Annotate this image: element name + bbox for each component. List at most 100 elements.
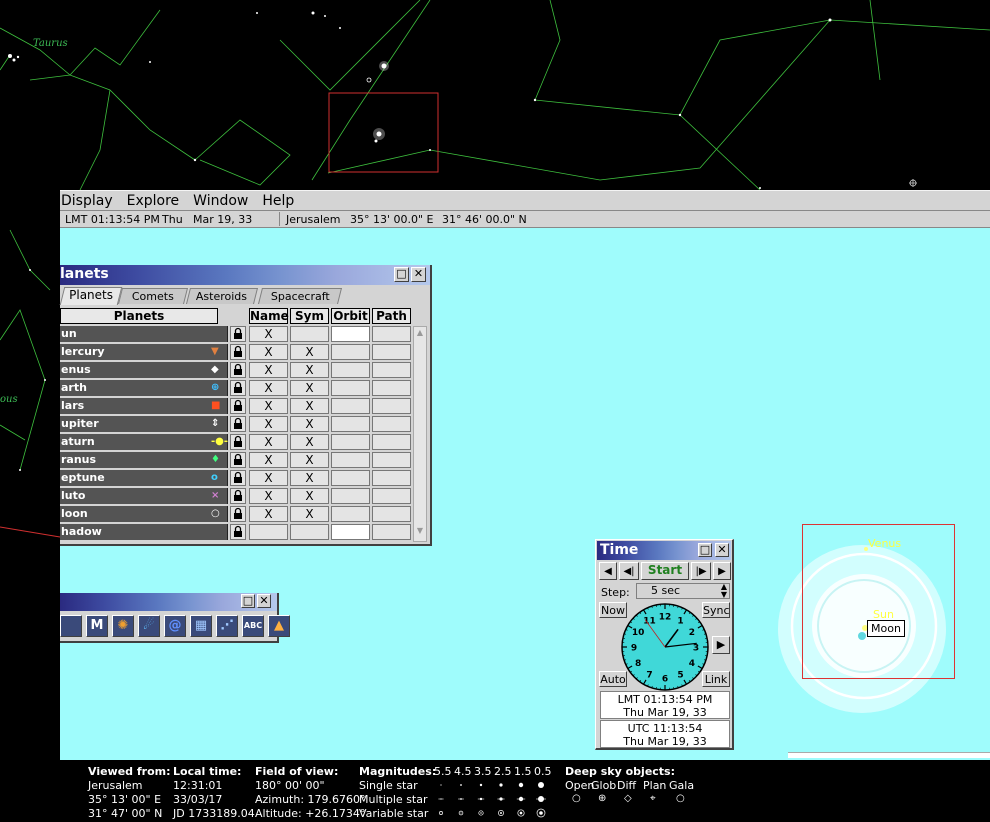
- tool-titlebar[interactable]: □ ✕: [60, 593, 277, 611]
- path-toggle[interactable]: [372, 326, 411, 342]
- planet-row[interactable]: aturn-●-XX: [60, 434, 412, 450]
- sym-toggle[interactable]: X: [290, 398, 329, 414]
- lock-icon[interactable]: [230, 398, 246, 414]
- advance-button[interactable]: ▶: [712, 636, 730, 654]
- sym-toggle[interactable]: X: [290, 452, 329, 468]
- planet-row[interactable]: loon○ XX: [60, 506, 412, 522]
- sym-toggle[interactable]: X: [290, 488, 329, 504]
- start-button[interactable]: Start: [641, 562, 689, 580]
- planet-row[interactable]: ranus♦XX: [60, 452, 412, 468]
- planet-name-cell[interactable]: enus◆: [60, 362, 228, 378]
- maximize-button[interactable]: □: [394, 267, 409, 282]
- planet-row[interactable]: lercury▼XX: [60, 344, 412, 360]
- step-select[interactable]: 5 sec ▲▼: [636, 583, 730, 599]
- menu-explore[interactable]: Explore: [127, 193, 180, 209]
- planets-scrollbar[interactable]: ▲ ▼: [413, 326, 427, 542]
- orbit-toggle[interactable]: [331, 506, 370, 522]
- sym-toggle[interactable]: X: [290, 344, 329, 360]
- time-titlebar[interactable]: Time □ ✕: [597, 541, 731, 560]
- orbit-toggle[interactable]: [331, 416, 370, 432]
- landscape-tool[interactable]: ▲: [268, 615, 290, 637]
- play-button[interactable]: ▶: [713, 562, 731, 580]
- planet-name-cell[interactable]: luto×: [60, 488, 228, 504]
- sym-toggle[interactable]: X: [290, 362, 329, 378]
- tab-planets[interactable]: Planets: [60, 287, 122, 305]
- name-toggle[interactable]: X: [249, 362, 288, 378]
- sym-toggle[interactable]: X: [290, 434, 329, 450]
- menu-display[interactable]: Display: [61, 193, 113, 209]
- lock-icon[interactable]: [230, 452, 246, 468]
- name-toggle[interactable]: X: [249, 470, 288, 486]
- step-back-button[interactable]: ◀|: [619, 562, 639, 580]
- sun-tool[interactable]: ✺: [112, 615, 134, 637]
- stars-tool[interactable]: [60, 615, 82, 637]
- lock-icon[interactable]: [230, 326, 246, 342]
- planet-row[interactable]: eptuneo XX: [60, 470, 412, 486]
- planet-row[interactable]: lars■XX: [60, 398, 412, 414]
- name-toggle[interactable]: X: [249, 434, 288, 450]
- path-toggle[interactable]: [372, 434, 411, 450]
- scroll-down-icon[interactable]: ▼: [415, 526, 425, 540]
- column-orbit[interactable]: Orbit: [331, 308, 370, 324]
- planet-row[interactable]: luto× XX: [60, 488, 412, 504]
- messier-tool[interactable]: M: [86, 615, 108, 637]
- planet-name-cell[interactable]: loon○: [60, 506, 228, 522]
- scroll-up-icon[interactable]: ▲: [415, 328, 425, 342]
- orbit-toggle[interactable]: [331, 524, 370, 540]
- comet-tool[interactable]: ☄: [138, 615, 160, 637]
- planet-name-cell[interactable]: lars■: [60, 398, 228, 414]
- lock-icon[interactable]: [230, 524, 246, 540]
- name-toggle[interactable]: X: [249, 488, 288, 504]
- orbit-toggle[interactable]: [331, 380, 370, 396]
- planet-name-cell[interactable]: ranus♦: [60, 452, 228, 468]
- tab-spacecraft[interactable]: Spacecraft: [258, 288, 342, 304]
- orbit-toggle[interactable]: [331, 344, 370, 360]
- planet-name-cell[interactable]: hadow: [60, 524, 228, 540]
- lock-icon[interactable]: [230, 362, 246, 378]
- name-toggle[interactable]: X: [249, 380, 288, 396]
- column-sym[interactable]: Sym: [290, 308, 329, 324]
- spinner-icon[interactable]: ▲▼: [721, 583, 727, 599]
- sym-toggle[interactable]: X: [290, 470, 329, 486]
- close-button[interactable]: ✕: [715, 543, 729, 557]
- sym-toggle[interactable]: X: [290, 416, 329, 432]
- path-toggle[interactable]: [372, 524, 411, 540]
- lock-icon[interactable]: [230, 344, 246, 360]
- galaxy-tool[interactable]: @: [164, 615, 186, 637]
- column-planets[interactable]: Planets: [60, 308, 218, 324]
- path-toggle[interactable]: [372, 380, 411, 396]
- lock-icon[interactable]: [230, 506, 246, 522]
- name-toggle[interactable]: X: [249, 326, 288, 342]
- moon-label[interactable]: Moon: [867, 620, 905, 637]
- name-toggle[interactable]: X: [249, 506, 288, 522]
- maximize-button[interactable]: □: [241, 594, 255, 608]
- lock-icon[interactable]: [230, 380, 246, 396]
- path-toggle[interactable]: [372, 506, 411, 522]
- lock-icon[interactable]: [230, 416, 246, 432]
- sym-toggle[interactable]: [290, 326, 329, 342]
- lock-icon[interactable]: [230, 470, 246, 486]
- sym-toggle[interactable]: [290, 524, 329, 540]
- planets-titlebar[interactable]: lanets □ ✕: [60, 265, 430, 285]
- close-button[interactable]: ✕: [257, 594, 271, 608]
- path-toggle[interactable]: [372, 344, 411, 360]
- orbit-toggle[interactable]: [331, 362, 370, 378]
- horizon-tool[interactable]: ⋰: [216, 615, 238, 637]
- planet-row[interactable]: hadow: [60, 524, 412, 540]
- planet-name-cell[interactable]: eptuneo: [60, 470, 228, 486]
- path-toggle[interactable]: [372, 452, 411, 468]
- maximize-button[interactable]: □: [698, 543, 712, 557]
- orbit-toggle[interactable]: [331, 434, 370, 450]
- orbit-toggle[interactable]: [331, 398, 370, 414]
- path-toggle[interactable]: [372, 398, 411, 414]
- planet-row[interactable]: arth⊕XX: [60, 380, 412, 396]
- name-toggle[interactable]: X: [249, 416, 288, 432]
- tab-asteroids[interactable]: Asteroids: [186, 288, 258, 304]
- planet-row[interactable]: upiter⇕ XX: [60, 416, 412, 432]
- orbit-toggle[interactable]: [331, 452, 370, 468]
- sym-toggle[interactable]: X: [290, 506, 329, 522]
- lock-icon[interactable]: [230, 434, 246, 450]
- planet-row[interactable]: unX: [60, 326, 412, 342]
- step-forward-button[interactable]: |▶: [691, 562, 711, 580]
- planet-name-cell[interactable]: upiter⇕: [60, 416, 228, 432]
